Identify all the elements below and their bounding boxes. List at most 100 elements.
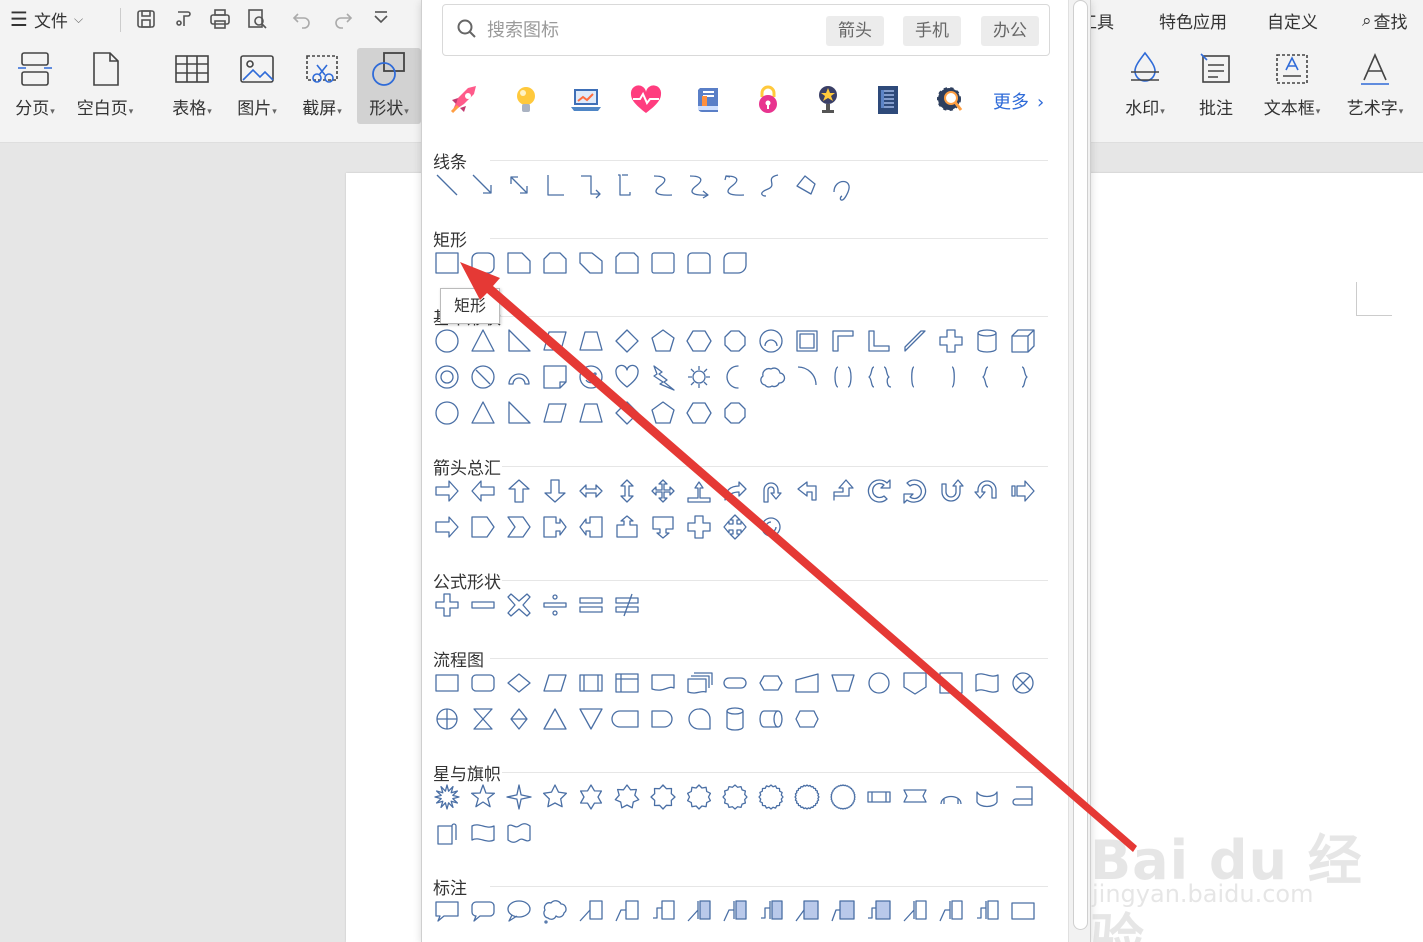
shape-stars-and-banners-8[interactable] — [686, 784, 712, 810]
shape-basic-shapes-26[interactable] — [722, 364, 748, 390]
file-menu-button[interactable]: ☰ 文件 ⌵ — [10, 6, 83, 32]
shape-flowchart-16[interactable] — [974, 670, 1000, 696]
search-input[interactable] — [487, 13, 817, 47]
wordart-button[interactable]: 艺术字▾ — [1340, 48, 1410, 124]
laptop-chart-icon[interactable] — [568, 82, 604, 118]
shape-basic-shapes-40[interactable] — [614, 400, 640, 426]
shape-flowchart-9[interactable] — [722, 670, 748, 696]
shape-stars-and-banners-20[interactable] — [506, 820, 532, 846]
shape-basic-shapes-8[interactable] — [686, 328, 712, 354]
shape-flowchart-15[interactable] — [938, 670, 964, 696]
shape-stars-and-banners-17[interactable] — [1010, 784, 1036, 810]
shape-flowchart-11[interactable] — [794, 670, 820, 696]
shape-basic-shapes-43[interactable] — [722, 400, 748, 426]
shape-basic-shapes-38[interactable] — [542, 400, 568, 426]
shape-flowchart-26[interactable] — [722, 706, 748, 732]
shape-equation-shapes-5[interactable] — [578, 592, 604, 618]
shape-basic-shapes-23[interactable] — [614, 364, 640, 390]
shape-basic-shapes-7[interactable] — [650, 328, 676, 354]
tab-special-apps[interactable]: 特色应用 — [1159, 8, 1227, 33]
shape-flowchart-28[interactable] — [794, 706, 820, 732]
shape-rectangles-7[interactable] — [650, 250, 676, 276]
shape-block-arrows-12[interactable] — [830, 478, 856, 504]
shape-callouts-16[interactable] — [974, 898, 1000, 924]
shape-basic-shapes-32[interactable] — [938, 364, 964, 390]
shape-block-arrows-16[interactable] — [974, 478, 1000, 504]
shape-basic-shapes-39[interactable] — [578, 400, 604, 426]
lightbulb-icon[interactable] — [508, 82, 544, 118]
shape-flowchart-4[interactable] — [542, 670, 568, 696]
shape-block-arrows-1[interactable] — [434, 478, 460, 504]
shape-callouts-7[interactable] — [650, 898, 676, 924]
shape-callouts-10[interactable] — [758, 898, 784, 924]
shape-callouts-11[interactable] — [794, 898, 820, 924]
shape-block-arrows-27[interactable] — [758, 514, 784, 540]
shape-basic-shapes-42[interactable] — [686, 400, 712, 426]
shape-flowchart-12[interactable] — [830, 670, 856, 696]
shape-stars-and-banners-3[interactable] — [506, 784, 532, 810]
shape-rectangles-1[interactable] — [434, 250, 460, 276]
shape-basic-shapes-19[interactable] — [470, 364, 496, 390]
save-icon[interactable] — [132, 5, 160, 33]
shape-block-arrows-18[interactable] — [434, 514, 460, 540]
tab-customize[interactable]: 自定义 — [1267, 8, 1318, 33]
shape-basic-shapes-9[interactable] — [722, 328, 748, 354]
shape-flowchart-25[interactable] — [686, 706, 712, 732]
shape-callouts-3[interactable] — [506, 898, 532, 924]
shape-stars-and-banners-12[interactable] — [830, 784, 856, 810]
shape-basic-shapes-28[interactable] — [794, 364, 820, 390]
shape-basic-shapes-5[interactable] — [578, 328, 604, 354]
shape-basic-shapes-14[interactable] — [902, 328, 928, 354]
shape-stars-and-banners-14[interactable] — [902, 784, 928, 810]
shape-block-arrows-14[interactable] — [902, 478, 928, 504]
format-painter-icon[interactable] — [170, 5, 198, 33]
shape-block-arrows-25[interactable] — [686, 514, 712, 540]
shape-callouts-1[interactable] — [434, 898, 460, 924]
shape-basic-shapes-30[interactable] — [866, 364, 892, 390]
shape-lines-8[interactable] — [686, 172, 712, 199]
shape-lines-2[interactable] — [470, 172, 496, 198]
shape-stars-and-banners-15[interactable] — [938, 784, 964, 810]
shape-rectangles-4[interactable] — [542, 250, 568, 276]
print-icon[interactable] — [206, 5, 234, 33]
shape-flowchart-20[interactable] — [506, 706, 532, 732]
trophy-icon[interactable] — [810, 82, 846, 118]
scrollbar-thumb[interactable] — [1073, 0, 1088, 930]
shape-flowchart-24[interactable] — [650, 706, 676, 732]
shape-block-arrows-7[interactable] — [650, 478, 676, 504]
shape-callouts-5[interactable] — [578, 898, 604, 924]
shape-basic-shapes-36[interactable] — [470, 400, 496, 426]
shape-block-arrows-17[interactable] — [1010, 478, 1036, 504]
shape-block-arrows-24[interactable] — [650, 514, 676, 540]
shape-flowchart-19[interactable] — [470, 706, 496, 732]
shape-callouts-12[interactable] — [830, 898, 856, 924]
shape-callouts-8[interactable] — [686, 898, 712, 924]
print-preview-icon[interactable] — [243, 5, 271, 33]
book-icon[interactable] — [690, 82, 726, 118]
shape-block-arrows-13[interactable] — [866, 478, 892, 504]
heart-pulse-icon[interactable] — [628, 82, 664, 118]
shape-flowchart-1[interactable] — [434, 670, 460, 696]
shape-block-arrows-21[interactable] — [542, 514, 568, 540]
shape-flowchart-2[interactable] — [470, 670, 496, 696]
find-button[interactable]: ⌕ 查找 — [1362, 8, 1408, 34]
picture-button[interactable]: 图片▾ — [222, 48, 292, 124]
table-button[interactable]: 表格▾ — [157, 48, 227, 124]
shape-stars-and-banners-9[interactable] — [722, 784, 748, 810]
shape-callouts-14[interactable] — [902, 898, 928, 924]
redo-icon[interactable] — [330, 5, 356, 33]
shape-flowchart-22[interactable] — [578, 706, 604, 732]
textbox-button[interactable]: 文本框▾ — [1257, 48, 1327, 124]
shape-stars-and-banners-1[interactable] — [434, 784, 460, 810]
shape-flowchart-6[interactable] — [614, 670, 640, 696]
shape-block-arrows-3[interactable] — [506, 478, 532, 504]
shape-block-arrows-20[interactable] — [506, 514, 532, 540]
shape-stars-and-banners-11[interactable] — [794, 784, 820, 810]
shape-basic-shapes-34[interactable] — [1010, 364, 1036, 390]
shape-basic-shapes-33[interactable] — [974, 364, 1000, 390]
shape-lines-1[interactable] — [434, 172, 460, 198]
shape-block-arrows-23[interactable] — [614, 514, 640, 540]
shape-callouts-15[interactable] — [938, 898, 964, 924]
lock-icon[interactable] — [750, 82, 786, 118]
gear-search-icon[interactable] — [932, 82, 968, 118]
